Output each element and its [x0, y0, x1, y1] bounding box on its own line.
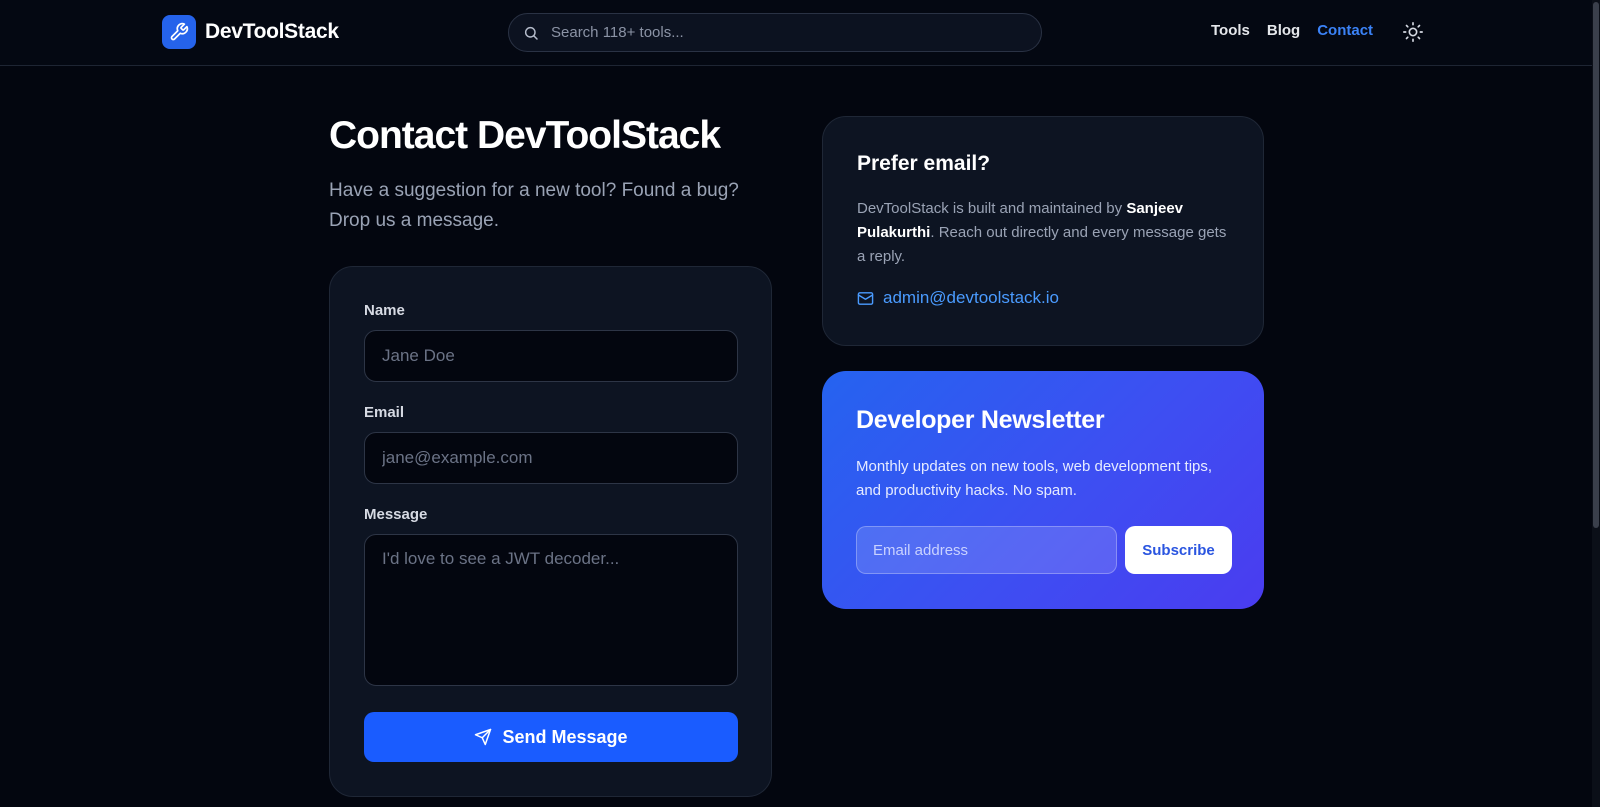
newsletter-title: Developer Newsletter — [856, 406, 1105, 434]
main-nav: Tools Blog Contact — [1211, 22, 1390, 39]
email-card-text: DevToolStack is built and maintained by … — [857, 200, 1227, 265]
top-navbar: DevToolStack Tools Blog Contact — [0, 0, 1600, 66]
scrollbar-thumb[interactable] — [1593, 2, 1599, 528]
search-input[interactable] — [551, 14, 1041, 51]
name-input[interactable] — [364, 330, 738, 382]
wrench-icon — [162, 15, 196, 49]
email-link[interactable]: admin@devtoolstack.io — [883, 288, 1059, 308]
newsletter-email-input[interactable] — [856, 526, 1117, 574]
email-card-title: Prefer email? — [857, 152, 991, 175]
email-input[interactable] — [364, 432, 738, 484]
sun-icon[interactable] — [1402, 21, 1426, 45]
message-label: Message — [364, 506, 428, 523]
subscribe-button[interactable]: Subscribe — [1125, 526, 1232, 574]
prefer-email-card: Prefer email? DevToolStack is built and … — [822, 116, 1264, 346]
brand-name: DevToolStack — [205, 20, 339, 43]
page-subtitle: Have a suggestion for a new tool? Found … — [329, 180, 739, 231]
send-message-button[interactable]: Send Message — [364, 712, 738, 762]
newsletter-text: Monthly updates on new tools, web develo… — [856, 458, 1213, 499]
mail-icon — [857, 290, 874, 307]
search-bar[interactable] — [508, 13, 1042, 52]
search-icon — [523, 25, 539, 41]
newsletter-card: Developer Newsletter Monthly updates on … — [822, 371, 1264, 609]
send-message-label: Send Message — [502, 726, 628, 747]
contact-form: Name Email Message Send Message — [329, 266, 772, 797]
send-icon — [474, 728, 492, 746]
nav-link-contact[interactable]: Contact — [1317, 22, 1373, 39]
email-contact-row: admin@devtoolstack.io — [857, 288, 1059, 308]
nav-link-blog[interactable]: Blog — [1267, 22, 1300, 39]
nav-link-tools[interactable]: Tools — [1211, 22, 1250, 39]
brand-logo[interactable]: DevToolStack — [162, 15, 339, 49]
message-textarea[interactable] — [364, 534, 738, 686]
name-label: Name — [364, 302, 405, 319]
page-title: Contact DevToolStack — [329, 114, 721, 157]
email-label: Email — [364, 404, 405, 421]
